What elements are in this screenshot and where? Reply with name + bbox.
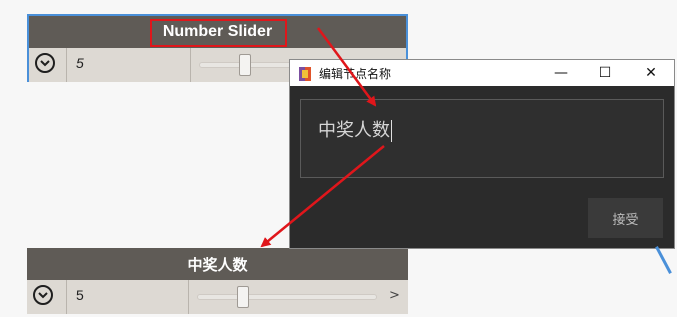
annotation-arrows — [260, 27, 385, 248]
arrow-input-to-node — [260, 145, 385, 248]
arrow-title-to-input — [316, 27, 377, 107]
node-title-top-text: Number Slider — [162, 23, 273, 40]
